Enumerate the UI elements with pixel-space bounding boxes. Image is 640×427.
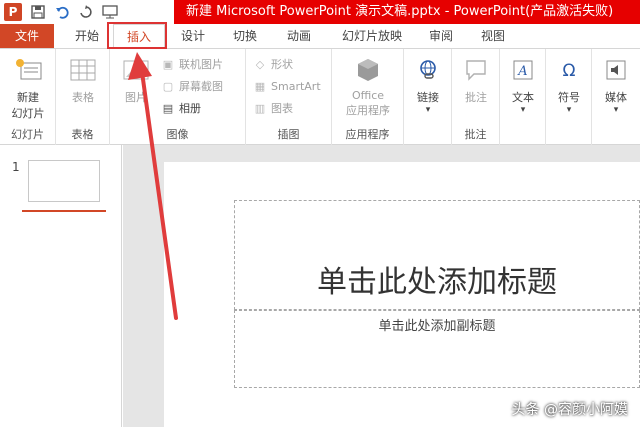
table-label: 表格 [72,91,94,104]
insertion-marker [22,210,106,212]
ribbon-tabs: 文件 开始 插入 设计 切换 动画 幻灯片放映 审阅 视图 [0,24,640,49]
comment-icon [460,55,492,85]
screenshot-button[interactable]: ▢ 屏幕截图 [160,77,223,97]
new-slide-icon [12,55,44,85]
symbol-button[interactable]: Ω 符号 ▾ [545,53,593,123]
group-text: A 文本 ▾ [500,49,546,145]
svg-text:Ω: Ω [563,61,576,81]
slide-thumbnail[interactable] [28,160,100,202]
comment-label: 批注 [465,91,487,104]
office-apps-icon [352,55,384,85]
link-label: 链接 [417,91,439,104]
powerpoint-logo-icon: P [4,3,22,21]
tab-design[interactable]: 设计 [170,24,216,48]
album-button[interactable]: ▤ 相册 [160,99,201,119]
media-label: 媒体 [605,91,627,104]
media-button[interactable]: 媒体 ▾ [592,53,640,123]
symbol-label: 符号 [558,91,580,104]
smartart-icon: ▦ [254,80,266,93]
table-button[interactable]: 表格 [59,53,107,123]
group-media: 媒体 ▾ [592,49,640,145]
group-label-apps: 应用程序 [345,128,390,141]
table-icon [67,55,99,85]
group-slides: 新建 幻灯片 幻灯片 [0,49,56,145]
text-label: 文本 [512,91,534,104]
new-slide-label-2: 幻灯片 [11,107,45,120]
title-placeholder[interactable]: 单击此处添加标题 [234,200,640,310]
link-dropdown-icon: ▾ [425,105,431,115]
group-comments: 批注 批注 [452,49,500,145]
watermark: 头条 @容颜小阿嫫 [511,402,628,418]
chart-icon: ▥ [254,102,266,115]
save-icon[interactable] [26,1,50,23]
tab-file[interactable]: 文件 [0,24,54,48]
text-dropdown-icon: ▾ [520,105,526,115]
tab-animations[interactable]: 动画 [276,24,322,48]
text-button[interactable]: A 文本 ▾ [499,53,547,123]
picture-label: 图片 [125,91,147,104]
new-slide-label-1: 新建 [17,91,39,104]
ribbon-insert: 新建 幻灯片 幻灯片 表格 表格 图片 ▣ 联机图片 ▢ 屏幕截图 ▤ 相册 图像 ◇… [0,49,640,145]
quick-access-toolbar: P [0,0,122,24]
link-icon [412,55,444,85]
group-label-slides: 幻灯片 [11,128,44,141]
shapes-button[interactable]: ◇ 形状 [252,55,293,75]
window-title: 新建 Microsoft PowerPoint 演示文稿.pptx - Powe… [174,0,640,24]
slide-number: 1 [12,160,20,174]
online-pictures-icon: ▣ [162,58,174,71]
title-bar: P 新建 Microsoft PowerPoint 演示文稿.pptx - Po… [0,0,640,24]
group-label-comments: 批注 [464,128,487,141]
group-links: 链接 ▾ [404,49,452,145]
tab-view[interactable]: 视图 [470,24,516,48]
tab-review[interactable]: 审阅 [418,24,464,48]
group-label-illustrations: 插图 [277,128,300,141]
shapes-icon: ◇ [255,58,265,71]
group-label-tables: 表格 [71,128,94,141]
svg-text:A: A [517,64,527,79]
group-label-images: 图像 [166,128,189,141]
subtitle-placeholder[interactable]: 单击此处添加副标题 [234,310,640,388]
tab-home[interactable]: 开始 [62,24,112,48]
online-pictures-button[interactable]: ▣ 联机图片 [160,55,223,75]
present-icon[interactable] [98,1,122,23]
new-slide-button[interactable]: 新建 幻灯片 [4,53,52,123]
group-images: 图片 ▣ 联机图片 ▢ 屏幕截图 ▤ 相册 图像 [110,49,246,145]
link-button[interactable]: 链接 ▾ [404,53,452,123]
screenshot-icon: ▢ [162,80,174,93]
media-dropdown-icon: ▾ [613,105,619,115]
text-icon: A [507,55,539,85]
symbol-dropdown-icon: ▾ [566,105,572,115]
album-icon: ▤ [162,102,174,115]
speaker-icon [600,55,632,85]
tab-slideshow[interactable]: 幻灯片放映 [332,24,412,48]
tab-transitions[interactable]: 切换 [222,24,268,48]
comment-button[interactable]: 批注 [452,53,500,123]
group-apps: Office 应用程序 应用程序 [332,49,404,145]
redo-icon[interactable] [74,1,98,23]
group-symbols: Ω 符号 ▾ [546,49,592,145]
smartart-button[interactable]: ▦ SmartArt [252,77,321,97]
group-tables: 表格 表格 [56,49,110,145]
group-illustrations: ◇ 形状 ▦ SmartArt ▥ 图表 插图 [246,49,332,145]
chart-button[interactable]: ▥ 图表 [252,99,293,119]
omega-icon: Ω [553,55,585,85]
picture-icon [120,55,152,85]
picture-button[interactable]: 图片 [112,53,160,123]
office-apps-label-1: Office [351,89,385,102]
insert-tab-highlight [107,22,167,49]
office-apps-label-2: 应用程序 [346,104,390,117]
undo-icon[interactable] [50,1,74,23]
office-apps-button[interactable]: Office 应用程序 [342,53,394,123]
